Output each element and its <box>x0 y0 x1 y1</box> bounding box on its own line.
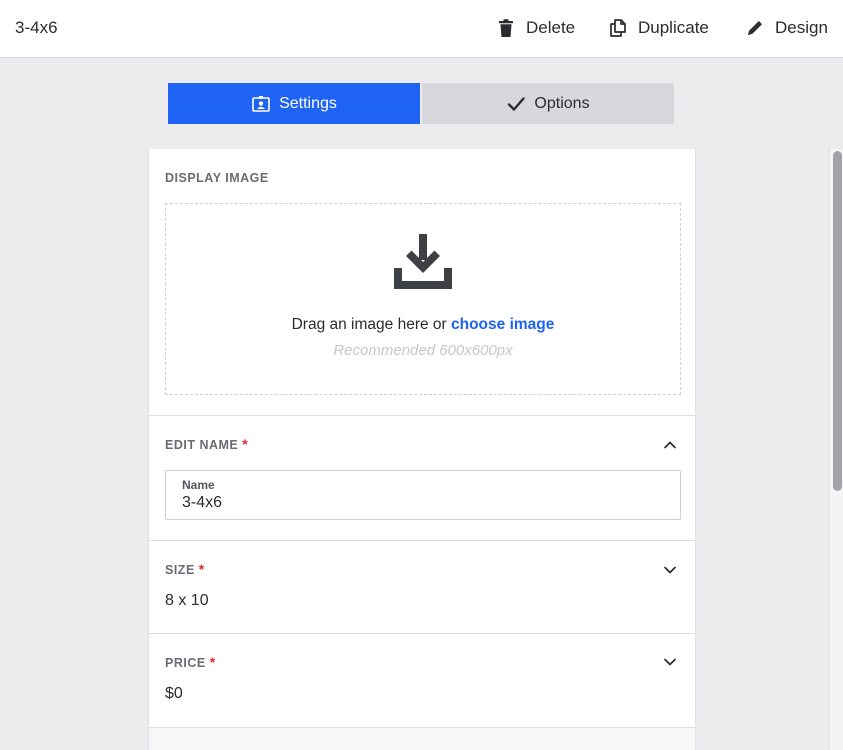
chevron-down-icon[interactable] <box>663 655 677 669</box>
scrollbar[interactable] <box>829 149 843 750</box>
duplicate-icon <box>610 19 626 37</box>
chevron-up-icon[interactable] <box>663 438 677 452</box>
name-field-label: Name <box>182 478 215 492</box>
pencil-icon <box>748 21 762 35</box>
edit-name-header: EDIT NAME * <box>165 436 248 452</box>
download-icon <box>394 234 452 289</box>
next-section <box>149 728 695 750</box>
choose-image-link[interactable]: choose image <box>451 316 554 333</box>
design-button[interactable]: Design <box>745 14 828 42</box>
chevron-down-icon[interactable] <box>663 563 677 577</box>
size-section[interactable]: SIZE * 8 x 10 <box>149 541 695 634</box>
delete-button[interactable]: Delete <box>496 14 575 42</box>
dropzone-instructions: Drag an image here or <box>291 316 451 333</box>
checkmark-icon <box>508 96 526 111</box>
design-label: Design <box>775 18 828 37</box>
page-title: 3-4x6 <box>15 18 58 37</box>
settings-panel: DISPLAY IMAGE Drag an image here or choo… <box>148 149 696 750</box>
price-value: $0 <box>165 685 183 702</box>
delete-label: Delete <box>526 18 576 37</box>
scrollbar-thumb[interactable] <box>833 151 842 491</box>
duplicate-label: Duplicate <box>638 18 709 37</box>
dropzone-hint: Recommended 600x600px <box>333 342 513 359</box>
required-mark: * <box>198 561 205 577</box>
tab-settings-label: Settings <box>279 94 337 112</box>
size-value: 8 x 10 <box>165 592 209 609</box>
price-header: PRICE * <box>165 654 216 670</box>
name-input[interactable] <box>182 493 662 513</box>
required-mark: * <box>209 654 216 670</box>
display-image-section: DISPLAY IMAGE Drag an image here or choo… <box>149 149 695 416</box>
dropzone-text: Drag an image here or choose image <box>166 316 680 334</box>
top-bar: 3-4x6 Delete Duplicate Design <box>0 0 843 58</box>
required-mark: * <box>242 436 249 452</box>
size-label: SIZE <box>165 563 195 577</box>
edit-name-section: EDIT NAME * Name <box>149 416 695 541</box>
image-dropzone[interactable]: Drag an image here or choose image Recom… <box>165 203 681 395</box>
duplicate-button[interactable]: Duplicate <box>608 14 709 42</box>
id-badge-icon <box>252 95 270 112</box>
display-image-label: DISPLAY IMAGE <box>165 171 269 185</box>
size-header: SIZE * <box>165 561 205 577</box>
trash-icon <box>499 19 513 37</box>
tab-options-label: Options <box>534 94 590 112</box>
tab-settings[interactable]: Settings <box>168 83 420 124</box>
price-section[interactable]: PRICE * $0 <box>149 634 695 728</box>
edit-name-label: EDIT NAME <box>165 438 239 452</box>
tab-options[interactable]: Options <box>422 83 674 124</box>
price-label: PRICE <box>165 656 206 670</box>
tab-bar: Settings Options <box>168 83 674 124</box>
name-field[interactable]: Name <box>165 470 681 520</box>
